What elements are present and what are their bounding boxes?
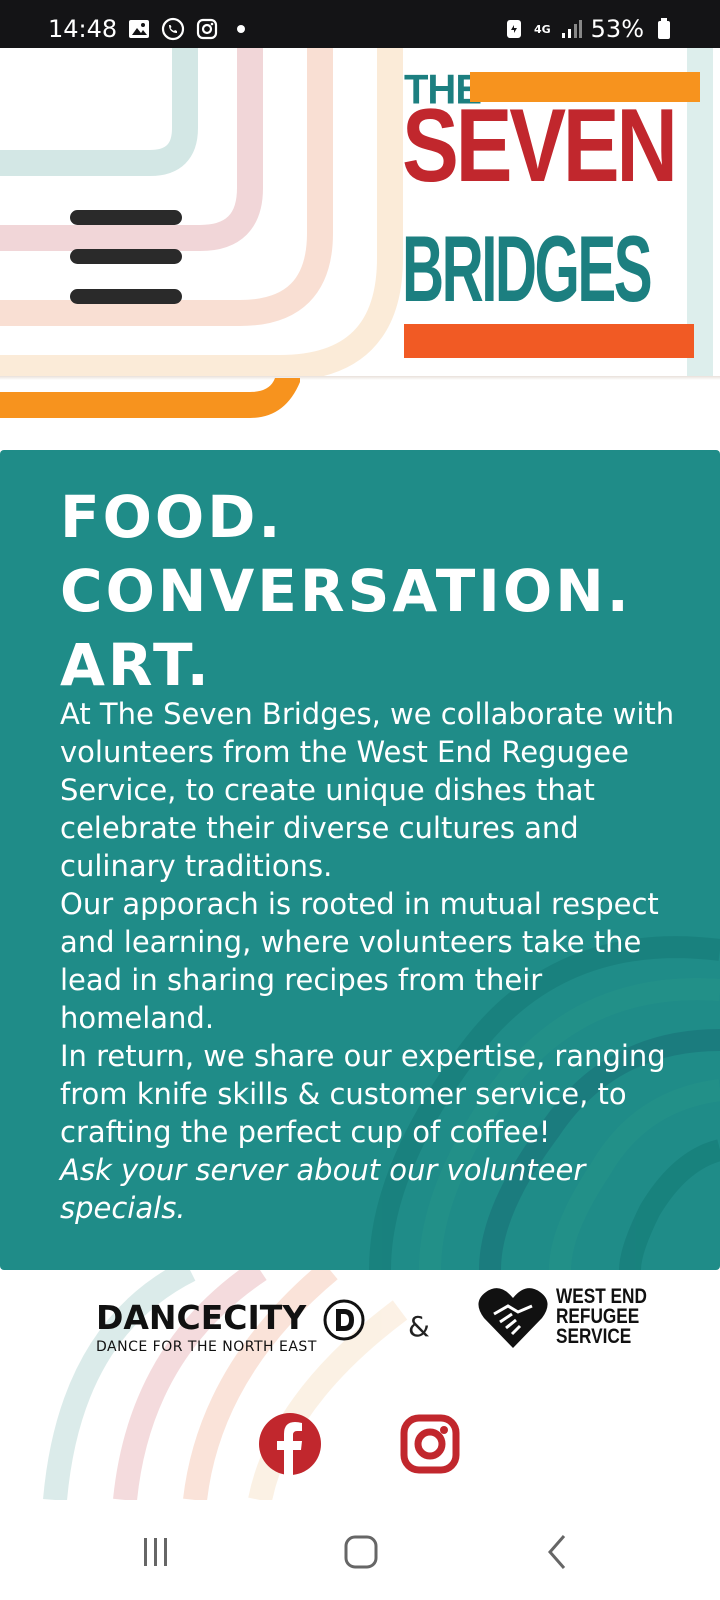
logo-text-seven: SEVEN <box>402 88 678 204</box>
facebook-icon[interactable] <box>258 1412 322 1476</box>
status-time: 14:48 <box>48 15 118 43</box>
intro-paragraph-3: In return, we share our expertise, rangi… <box>60 1039 666 1149</box>
partners-section: DANCECITY DANCE FOR THE NORTH EAST & WES… <box>0 1270 720 1500</box>
gallery-icon <box>127 17 151 41</box>
ampersand: & <box>408 1310 430 1343</box>
more-notifications-dot-icon <box>229 17 253 41</box>
seven-bridges-logo[interactable]: THE SEVEN BRIDGES <box>402 66 704 366</box>
home-icon[interactable] <box>330 1530 390 1574</box>
dancecity-name: DANCECITY <box>96 1298 307 1337</box>
west-end-refugee-service-logo[interactable]: WEST END REFUGEE SERVICE <box>478 1284 667 1350</box>
headline-line-3: ART. <box>60 631 212 699</box>
back-icon[interactable] <box>530 1530 590 1574</box>
system-nav-bar <box>0 1500 720 1600</box>
dancecity-tagline: DANCE FOR THE NORTH EAST <box>96 1339 317 1355</box>
whatsapp-icon <box>161 17 185 41</box>
intro-section: FOOD. CONVERSATION. ART. At The Seven Br… <box>0 450 720 1270</box>
logo-text-bridges: BRIDGES <box>402 216 653 321</box>
orange-arc-decoration <box>0 378 300 418</box>
recent-apps-icon[interactable] <box>130 1530 190 1574</box>
headline-line-2: CONVERSATION. <box>60 557 632 625</box>
battery-icon <box>652 17 676 41</box>
instagram-notification-icon <box>195 17 219 41</box>
dancecity-d-icon <box>323 1299 365 1341</box>
signal-icon <box>559 17 583 41</box>
wers-line-1: WEST END <box>556 1285 647 1308</box>
logo-bar-bottom <box>404 324 694 358</box>
intro-paragraph-2: Our apporach is rooted in mutual respect… <box>60 887 659 1035</box>
wers-line-3: SERVICE <box>556 1325 632 1348</box>
wers-text: WEST END REFUGEE SERVICE <box>556 1285 647 1348</box>
battery-saver-icon <box>502 17 526 41</box>
site-header: THE SEVEN BRIDGES <box>0 48 720 378</box>
volunteer-specials-note: Ask your server about our volunteer spec… <box>60 1153 586 1225</box>
battery-percent: 53% <box>590 15 644 43</box>
headline-line-1: FOOD. <box>60 483 284 551</box>
headline: FOOD. CONVERSATION. ART. <box>60 480 632 702</box>
instagram-icon[interactable] <box>398 1412 462 1476</box>
handshake-heart-icon <box>478 1288 548 1348</box>
intro-body: At The Seven Bridges, we collaborate wit… <box>60 695 680 1227</box>
wers-line-2: REFUGEE <box>556 1305 640 1328</box>
hamburger-menu-icon[interactable] <box>70 210 186 310</box>
dancecity-logo[interactable]: DANCECITY DANCE FOR THE NORTH EAST <box>96 1298 365 1355</box>
network-type: 4G <box>533 22 551 36</box>
intro-paragraph-1: At The Seven Bridges, we collaborate wit… <box>60 697 675 883</box>
